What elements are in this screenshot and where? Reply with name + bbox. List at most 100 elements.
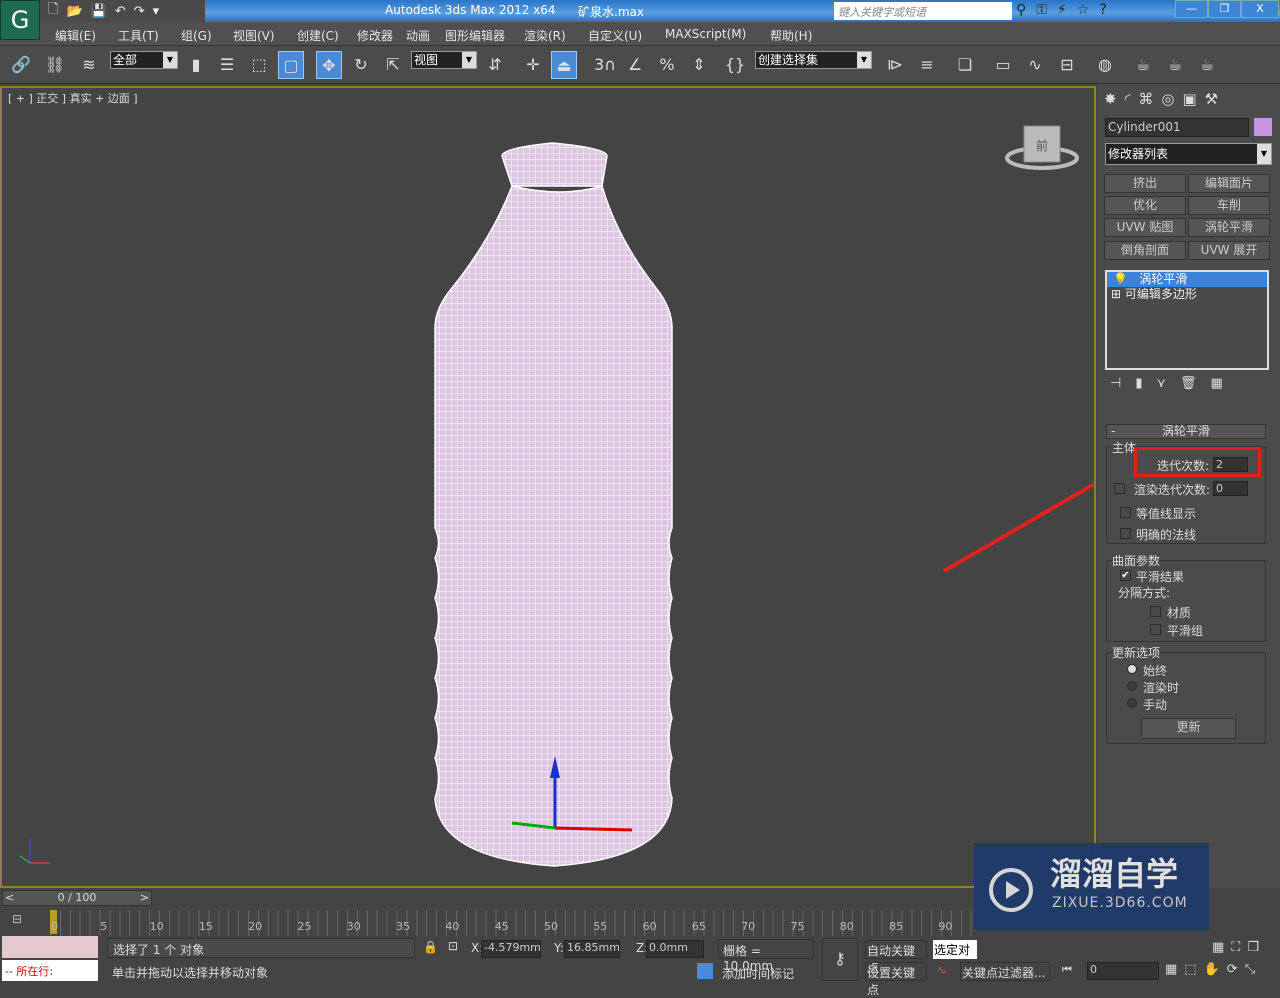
select-scale-icon[interactable]: ⇱	[380, 51, 406, 79]
menu-group[interactable]: 组(G)	[181, 27, 212, 44]
pan-icon[interactable]: ✋	[1204, 962, 1220, 977]
keyboard-shortcut-override-icon[interactable]: ⏏	[551, 51, 577, 79]
zoom-region-icon[interactable]: ⬚	[1184, 962, 1196, 977]
stack-item-editable-poly[interactable]: ⊞ 可编辑多边形	[1107, 287, 1267, 302]
menu-rendering[interactable]: 渲染(R)	[524, 27, 566, 44]
named-selection-dropdown[interactable]: 创建选择集 ▼	[755, 51, 872, 69]
script-line-field[interactable]: -- 所在行:	[2, 960, 98, 981]
edit-named-selection-icon[interactable]: {}	[722, 51, 748, 79]
menu-help[interactable]: 帮助(H)	[770, 27, 812, 44]
explicit-normals-checkbox[interactable]	[1120, 528, 1131, 539]
when-rendering-radio[interactable]	[1127, 681, 1137, 691]
snaps-toggle-icon[interactable]: 3∩	[592, 51, 618, 79]
orbit-icon[interactable]: ⟳	[1227, 962, 1238, 977]
curve-editor-icon[interactable]: ∿	[1022, 51, 1048, 79]
object-color-swatch[interactable]	[1254, 118, 1272, 136]
menu-animation[interactable]: 动画	[406, 27, 430, 44]
material-editor-icon[interactable]: ◍	[1092, 51, 1118, 79]
time-tag-icon[interactable]	[697, 963, 713, 979]
hierarchy-tab-icon[interactable]: ⌘	[1138, 90, 1153, 108]
smoothing-groups-checkbox[interactable]	[1150, 624, 1161, 635]
maxscript-listener[interactable]	[2, 936, 98, 958]
lathe-button[interactable]: 车削	[1188, 196, 1270, 215]
remove-modifier-icon[interactable]: 🗑	[1180, 376, 1197, 391]
spinner-snap-icon[interactable]: ⇕	[686, 51, 712, 79]
key-filters-button[interactable]: 关键点过滤器...	[960, 962, 1050, 981]
absolute-mode-icon[interactable]: ⊡	[448, 939, 458, 953]
render-iterations-spinner[interactable]: 0	[1213, 481, 1248, 496]
menu-views[interactable]: 视图(V)	[233, 27, 275, 44]
rectangle-selection-icon[interactable]: ⬚	[246, 51, 272, 79]
current-frame-field[interactable]: 0	[1087, 962, 1159, 980]
object-name-field[interactable]: Cylinder001	[1105, 118, 1249, 137]
configure-modifier-sets-icon[interactable]: ▦	[1211, 376, 1223, 391]
zoom-extents-icon[interactable]: ⛶	[1231, 940, 1240, 955]
utilities-tab-icon[interactable]: ⚒	[1205, 90, 1218, 108]
binoculars-icon[interactable]: ⚲	[1016, 2, 1026, 18]
create-tab-icon[interactable]: ✸	[1104, 90, 1117, 108]
scene-explorer-icon[interactable]: ▭	[990, 51, 1016, 79]
lock-selection-icon[interactable]: 🔒	[423, 940, 438, 954]
rollout-header-turbosmooth[interactable]: - 涡轮平滑	[1106, 424, 1266, 439]
minimize-button[interactable]: —	[1175, 0, 1208, 18]
lightbulb-icon[interactable]: 💡	[1113, 272, 1128, 286]
mirror-icon[interactable]: ⧐	[882, 51, 908, 79]
render-setup-icon[interactable]: ☕	[1130, 51, 1156, 79]
pivot-center-icon[interactable]: ⇵	[482, 51, 508, 79]
show-end-result-icon[interactable]: ▮	[1135, 376, 1142, 391]
time-config-icon[interactable]: ▦	[1165, 962, 1177, 977]
menu-edit[interactable]: 编辑(E)	[55, 27, 96, 44]
select-rotate-icon[interactable]: ↻	[348, 51, 374, 79]
always-radio[interactable]	[1127, 664, 1137, 674]
rendered-frame-window-icon[interactable]: ☕	[1162, 51, 1188, 79]
auto-key-button[interactable]: 自动关键点	[865, 940, 927, 975]
app-menu-button[interactable]: G	[0, 0, 40, 40]
x-coordinate-field[interactable]: -4.579mm	[481, 940, 541, 958]
make-unique-icon[interactable]: ⋎	[1156, 376, 1166, 391]
bevel-profile-button[interactable]: 倒角剖面	[1104, 241, 1186, 260]
stack-item-turbosmooth[interactable]: 💡 涡轮平滑	[1107, 272, 1267, 287]
bottle-wireframe[interactable]: 前	[2, 88, 1094, 886]
goto-start-icon[interactable]: ⏮	[1062, 963, 1072, 977]
uvw-map-button[interactable]: UVW 贴图	[1104, 218, 1186, 237]
link-icon[interactable]: 🔗	[8, 51, 34, 79]
motion-tab-icon[interactable]: ◎	[1161, 90, 1174, 108]
key-mode-dropdown[interactable]: 选定对	[933, 940, 977, 959]
unwrap-uvw-button[interactable]: UVW 展开	[1188, 241, 1270, 260]
close-button[interactable]: X	[1241, 0, 1279, 18]
percent-snap-icon[interactable]: %	[654, 51, 680, 79]
pin-stack-icon[interactable]: ⊣	[1110, 376, 1121, 391]
menu-modifiers[interactable]: 修改器	[357, 27, 393, 44]
y-coordinate-field[interactable]: 16.85mm	[564, 940, 620, 958]
reference-coord-dropdown[interactable]: 视图 ▼	[411, 51, 477, 69]
redo-icon[interactable]: ↷	[134, 4, 145, 19]
key-tangent-icon[interactable]: ∿	[937, 963, 947, 977]
angle-snap-icon[interactable]: ∠	[622, 51, 648, 79]
smooth-result-checkbox[interactable]: ✔	[1120, 570, 1131, 581]
set-key-icon[interactable]: ⚷	[822, 938, 858, 981]
save-icon[interactable]: 💾	[91, 4, 107, 19]
edit-patch-button[interactable]: 编辑面片	[1188, 174, 1270, 193]
new-file-icon[interactable]: 🗋	[48, 0, 58, 22]
render-iterations-checkbox[interactable]	[1114, 483, 1125, 494]
menu-create[interactable]: 创建(C)	[297, 27, 339, 44]
display-tab-icon[interactable]: ▣	[1182, 90, 1196, 108]
expand-icon[interactable]: ⊞	[1111, 287, 1121, 301]
layer-manager-icon[interactable]: ❏	[952, 51, 978, 79]
window-crossing-icon[interactable]: ▢	[278, 51, 304, 79]
viewport-front[interactable]: [ + ] 正交 ] 真实 + 边面 ] 前	[0, 86, 1096, 888]
align-icon[interactable]: ≡	[914, 51, 940, 79]
update-button[interactable]: 更新	[1141, 718, 1236, 739]
add-time-tag[interactable]: 添加时间标记	[722, 965, 794, 982]
modifier-list-dropdown[interactable]: 修改器列表 ▼	[1105, 143, 1272, 165]
satellite-icon[interactable]: ⚡	[1057, 2, 1067, 18]
menu-graph-editors[interactable]: 图形编辑器	[445, 27, 505, 44]
zoom-all-icon[interactable]: ❒	[1247, 940, 1259, 955]
search-input[interactable]: 键入关键字或短语	[834, 2, 1012, 20]
extrude-button[interactable]: 挤出	[1104, 174, 1186, 193]
open-file-icon[interactable]: 📂	[66, 4, 82, 19]
timeline-ruler[interactable]	[50, 910, 975, 936]
menu-tools[interactable]: 工具(T)	[118, 27, 159, 44]
isoline-display-checkbox[interactable]	[1120, 507, 1131, 518]
manipulate-icon[interactable]: ✛	[520, 51, 546, 79]
